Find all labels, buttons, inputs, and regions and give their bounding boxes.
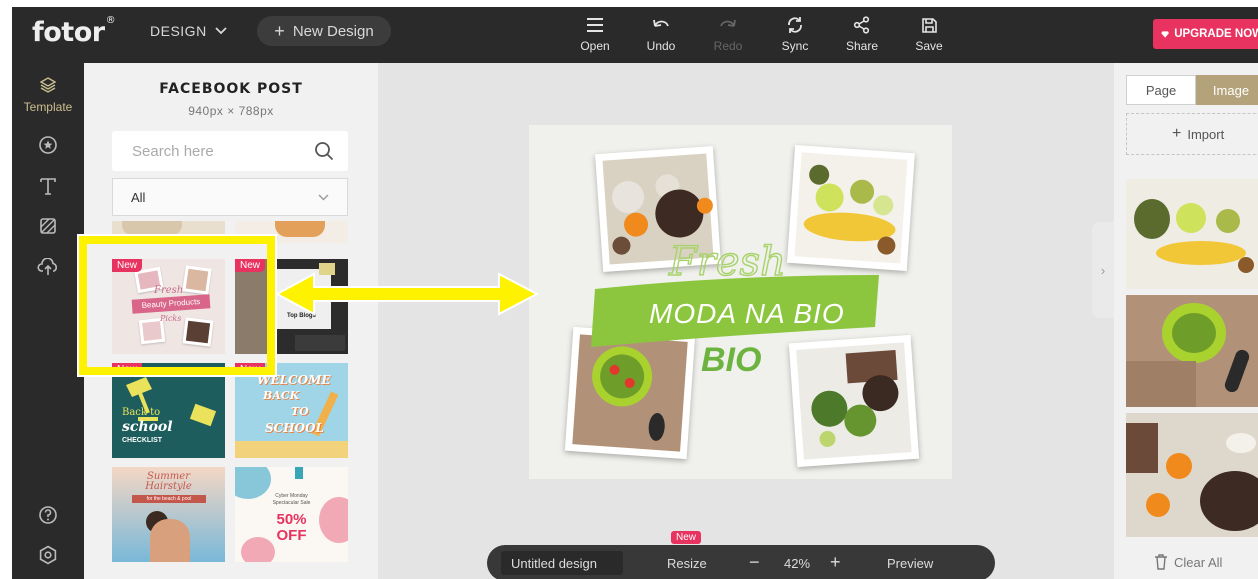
new-design-label: New Design: [292, 22, 374, 40]
canvas-artwork: Fresh MODA NA BIO BIO: [564, 144, 920, 468]
canvas-sub-text[interactable]: BIO: [701, 341, 761, 379]
tab-page[interactable]: Page: [1126, 75, 1196, 105]
text-icon: [40, 178, 56, 195]
cloud-upload-icon: [37, 257, 57, 275]
photo-frame-greens[interactable]: [788, 334, 920, 468]
template-thumb-summer-hairstyle[interactable]: Summer Hairstyle for the beach & pool: [112, 467, 225, 562]
save-button[interactable]: Save: [906, 13, 952, 53]
save-icon: [906, 13, 952, 37]
top-bar: fotor® DESIGN + New Design Open Undo Red…: [12, 7, 1258, 63]
sync-icon: [772, 13, 818, 37]
redo-icon: [705, 13, 751, 37]
share-button[interactable]: Share: [839, 13, 885, 53]
image-thumb-fruit[interactable]: [1126, 179, 1258, 289]
rail-item-elements[interactable]: [12, 135, 84, 160]
resize-button[interactable]: Resize: [667, 556, 707, 571]
design-menu[interactable]: DESIGN: [150, 23, 227, 39]
tab-image[interactable]: Image: [1196, 75, 1258, 105]
highlight-box: [79, 236, 275, 375]
category-value: All: [131, 189, 146, 205]
undo-icon: [638, 13, 684, 37]
plus-icon: +: [274, 21, 285, 41]
sync-button[interactable]: Sync: [772, 13, 818, 53]
rail-item-background[interactable]: [12, 217, 84, 240]
redo-button[interactable]: Redo: [705, 13, 751, 53]
rail-item-text[interactable]: [12, 176, 84, 201]
upgrade-button[interactable]: UPGRADE NOW: [1153, 19, 1258, 49]
search-input[interactable]: [132, 142, 282, 160]
rail-item-upload[interactable]: [12, 257, 84, 281]
image-thumb-cake[interactable]: [1126, 413, 1258, 537]
page-image-tabs: Page Image: [1126, 75, 1258, 105]
layers-icon: [39, 77, 57, 93]
new-design-button[interactable]: + New Design: [257, 16, 391, 46]
template-search: [112, 131, 348, 171]
star-badge-icon: [39, 136, 57, 154]
trash-icon: [1155, 554, 1167, 570]
right-panel-collapse-handle[interactable]: ›: [1092, 222, 1114, 318]
chevron-down-icon: [215, 27, 227, 35]
left-rail: Template: [12, 63, 84, 579]
image-thumb-salad[interactable]: [1126, 295, 1258, 407]
share-icon: [839, 13, 885, 37]
template-size: 940px × 788px: [188, 104, 274, 118]
import-button[interactable]: + Import: [1126, 113, 1258, 155]
menu-icon: [572, 13, 618, 37]
category-select[interactable]: All: [112, 178, 348, 216]
bottom-bar: Untitled design Resize − 42% + Preview: [487, 545, 995, 579]
canvas-script-text[interactable]: Fresh: [667, 238, 786, 285]
zoom-in-button[interactable]: +: [830, 553, 841, 571]
app-frame: fotor® DESIGN + New Design Open Undo Red…: [12, 7, 1258, 579]
design-menu-label: DESIGN: [150, 23, 207, 39]
design-canvas[interactable]: Fresh MODA NA BIO BIO: [529, 125, 952, 479]
template-thumb-school-checklist[interactable]: Back to school CHECKLIST New: [112, 363, 225, 458]
document-name[interactable]: Untitled design: [501, 551, 623, 575]
open-button[interactable]: Open: [572, 13, 618, 53]
zoom-out-button[interactable]: −: [749, 553, 760, 571]
photo-frame-fruit[interactable]: [786, 144, 915, 272]
help-button[interactable]: [12, 505, 84, 530]
right-panel: Page Image + Import Clear All: [1114, 63, 1258, 579]
background-icon: [40, 218, 56, 234]
canvas-banner-text[interactable]: MODA NA BIO: [649, 298, 845, 329]
settings-button[interactable]: [12, 545, 84, 570]
plus-icon: +: [1172, 125, 1182, 142]
resize-new-badge: New: [671, 531, 702, 544]
double-arrow-icon: [274, 272, 540, 316]
undo-button[interactable]: Undo: [638, 13, 684, 53]
panel-title: FACEBOOK POST: [159, 81, 303, 97]
help-icon: [39, 506, 57, 524]
template-thumb-cyber-monday[interactable]: Cyber Monday Spectacular Sale 50% OFF: [235, 467, 348, 562]
fotor-logo[interactable]: fotor®: [32, 15, 116, 48]
clear-all-button[interactable]: Clear All: [1154, 554, 1222, 570]
diamond-icon: [1161, 30, 1169, 38]
chevron-right-icon: ›: [1100, 262, 1106, 278]
zoom-level: 42%: [784, 556, 811, 571]
rail-item-template[interactable]: Template: [12, 77, 84, 119]
chevron-down-icon: [318, 194, 329, 200]
preview-button[interactable]: Preview: [887, 556, 933, 571]
photo-frame-salad[interactable]: [564, 326, 696, 460]
settings-icon: [39, 545, 57, 565]
template-thumb-welcome-back[interactable]: WELCOME BACK TO SCHOOL New: [235, 363, 348, 458]
search-icon[interactable]: [314, 141, 334, 161]
